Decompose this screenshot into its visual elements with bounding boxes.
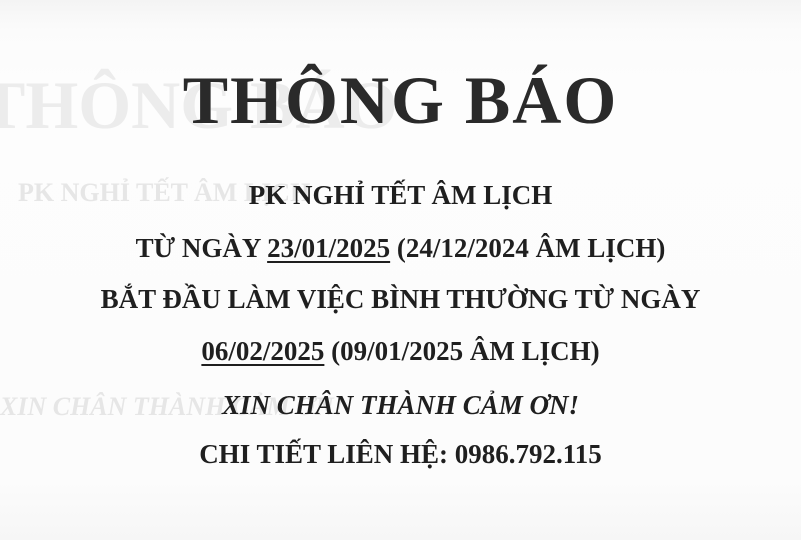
closure-start-lunar-date: (24/12/2024 ÂM LỊCH): [390, 233, 666, 263]
notice-title: THÔNG BÁO: [182, 62, 619, 138]
reopen-date: 06/02/2025: [201, 336, 325, 366]
reopen-lunar-date: (09/01/2025 ÂM LỊCH): [324, 336, 600, 366]
reopen-date-line: 06/02/2025 (09/01/2025 ÂM LỊCH): [0, 334, 801, 368]
closure-announcement-line: PK NGHỈ TẾT ÂM LỊCH: [248, 180, 553, 210]
reopen-intro-line: BẮT ĐẦU LÀM VIỆC BÌNH THƯỜNG TỪ NGÀY: [100, 284, 701, 314]
thank-you-line: XIN CHÂN THÀNH CẢM ƠN!: [221, 390, 580, 420]
closure-start-line: TỪ NGÀY 23/01/2025 (24/12/2024 ÂM LỊCH): [0, 231, 801, 265]
closure-start-prefix: TỪ NGÀY: [135, 233, 268, 263]
contact-line: CHI TIẾT LIÊN HỆ: 0986.792.115: [199, 439, 602, 469]
closure-start-date: 23/01/2025: [267, 233, 391, 263]
